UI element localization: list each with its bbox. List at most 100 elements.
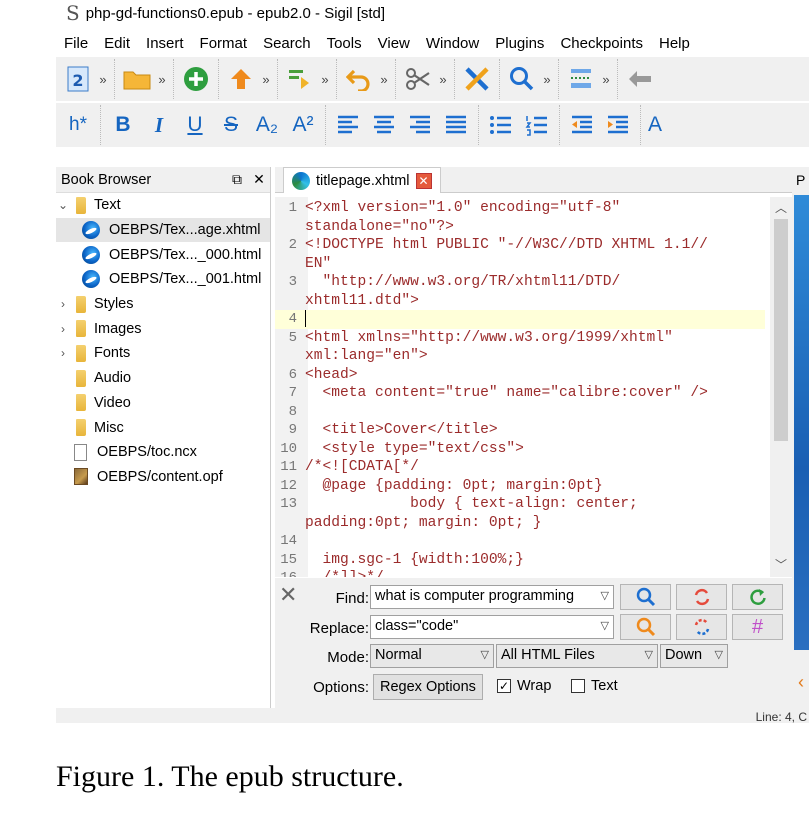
chevron-down-icon[interactable]: ▽ [645,648,653,661]
tree-item[interactable]: Video [56,391,270,416]
undo-button[interactable] [341,61,377,97]
menu-window[interactable]: Window [418,35,487,52]
cut-button[interactable] [400,61,436,97]
html-file-icon [82,245,100,264]
underline-button[interactable]: U [177,107,213,143]
menu-search[interactable]: Search [255,35,319,52]
chevron-right-icon[interactable]: » [540,72,554,87]
tree-item[interactable]: › Fonts [56,341,270,366]
tree-item[interactable]: OEBPS/content.opf [56,465,270,490]
chevron-right-icon[interactable]: » [259,72,273,87]
chevron-right-icon[interactable]: › [56,297,70,311]
find-button[interactable] [620,584,671,610]
chevron-down-icon[interactable]: ▽ [481,648,489,661]
code-editor[interactable]: 1 <?xml version="1.0" encoding="utf-8" sta… [275,197,792,577]
open-button[interactable] [119,61,155,97]
chevron-right-icon[interactable]: » [599,72,613,87]
tree-item[interactable]: OEBPS/Tex..._000.html [56,242,270,267]
epub-version-button[interactable]: 2 [60,61,96,97]
tree-item[interactable]: › Styles [56,292,270,317]
close-icon[interactable]: ✕ [279,582,297,608]
chevron-up-icon[interactable]: ︿ [770,199,792,216]
menu-view[interactable]: View [370,35,418,52]
tree-item[interactable]: OEBPS/toc.ncx [56,440,270,465]
wrap-checkbox[interactable]: ✓ Wrap [497,678,551,694]
window-title: php-gd-functions0.epub - epub2.0 - Sigil… [85,4,386,22]
menu-insert[interactable]: Insert [138,35,192,52]
close-icon[interactable]: ✕ [248,171,270,188]
find-input[interactable]: what is computer programming ▽ [370,585,614,609]
align-right-button[interactable] [402,107,438,143]
move-up-button[interactable] [223,61,259,97]
menu-help[interactable]: Help [651,35,698,52]
tree-item[interactable]: › Images [56,316,270,341]
menu-checkpoints[interactable]: Checkpoints [552,35,651,52]
count-button[interactable] [732,584,783,610]
superscript-button[interactable]: A² [285,107,321,143]
heading-button[interactable]: h* [60,107,96,143]
menu-plugins[interactable]: Plugins [487,35,552,52]
text-checkbox[interactable]: Text [571,678,618,694]
chevron-right-icon[interactable]: » [318,72,332,87]
svg-text:2: 2 [72,71,83,90]
subscript-button[interactable]: A₂ [249,107,285,143]
scrollbar-thumb[interactable] [774,219,788,441]
table-of-contents-button[interactable] [563,61,599,97]
menu-tools[interactable]: Tools [319,35,370,52]
regex-options-button[interactable]: Regex Options [373,674,483,700]
chevron-down-icon[interactable]: ﹀ [770,556,792,573]
chevron-right-icon[interactable]: » [155,72,169,87]
italic-button[interactable]: I [141,107,177,143]
tab-titlepage[interactable]: titlepage.xhtml ✕ [283,167,441,193]
chevron-right-icon[interactable]: » [377,72,391,87]
tree-item[interactable]: ⌄ Text [56,193,270,218]
chevron-down-icon[interactable]: ⌄ [56,198,70,212]
justify-button[interactable] [438,107,474,143]
chevron-down-icon[interactable]: ▽ [601,589,609,602]
text-case-button[interactable]: A [645,107,665,143]
tree-item[interactable]: Misc [56,415,270,440]
find-replace-button[interactable] [504,61,540,97]
chevron-right-icon[interactable]: › [56,346,70,360]
numbered-list-button[interactable] [519,107,555,143]
tree-item[interactable]: OEBPS/Tex...age.xhtml [56,217,270,243]
direction-select[interactable]: Down ▽ [660,644,728,668]
indent-button[interactable] [600,107,636,143]
align-left-button[interactable] [330,107,366,143]
chevron-left-icon[interactable]: ‹ [798,672,804,693]
tree-item[interactable]: Audio [56,366,270,391]
replace-find-button[interactable] [620,614,671,640]
chevron-right-icon[interactable]: » [436,72,450,87]
menu-edit[interactable]: Edit [96,35,138,52]
back-button[interactable] [622,61,658,97]
tree-item-label: Text [94,197,121,214]
validate-button[interactable] [459,61,495,97]
menu-file[interactable]: File [56,35,96,52]
tree-item[interactable]: OEBPS/Tex..._001.html [56,267,270,292]
hash-button[interactable]: # [732,614,783,640]
replace-input[interactable]: class="code" ▽ [370,615,614,639]
replace-all-button[interactable] [676,614,727,640]
html-file-icon [82,270,100,289]
align-center-button[interactable] [366,107,402,143]
menu-format[interactable]: Format [192,35,256,52]
mode-select[interactable]: Normal ▽ [370,644,494,668]
chevron-down-icon[interactable]: ▽ [601,619,609,632]
replace-current-button[interactable] [676,584,727,610]
bold-button[interactable]: B [105,107,141,143]
toolbar-group-file: 2 » [56,59,114,99]
vertical-scrollbar[interactable]: ︿ ﹀ [770,197,792,577]
scope-select[interactable]: All HTML Files ▽ [496,644,658,668]
tree-item-label: OEBPS/content.opf [97,468,223,485]
chevron-right-icon[interactable]: › [56,322,70,336]
strikethrough-button[interactable]: S [213,107,249,143]
chevron-right-icon[interactable]: » [96,72,110,87]
float-panel-icon[interactable]: ⧉ [226,171,248,188]
indent-icon [608,115,628,134]
bullet-list-button[interactable] [483,107,519,143]
close-icon[interactable]: ✕ [415,172,432,189]
outdent-button[interactable] [564,107,600,143]
chevron-down-icon[interactable]: ▽ [715,648,723,661]
add-file-button[interactable] [178,61,214,97]
split-button[interactable] [282,61,318,97]
